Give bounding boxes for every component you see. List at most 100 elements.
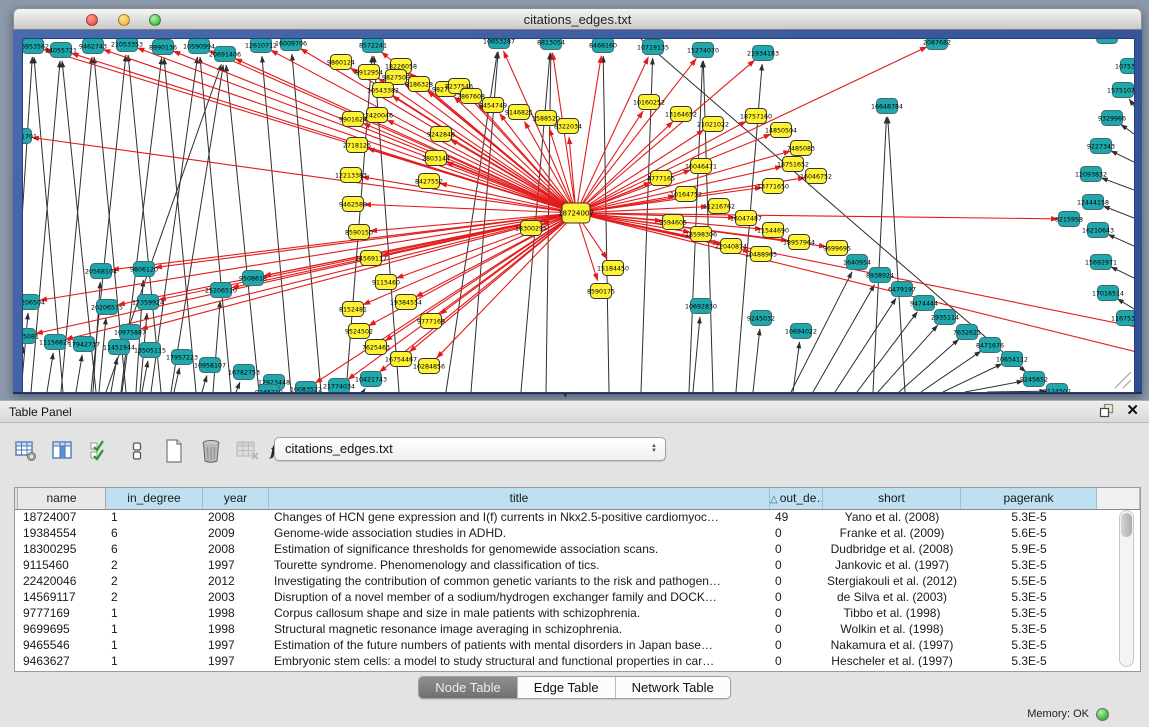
table-cell[interactable]: 1997: [203, 653, 269, 669]
column-header-year[interactable]: year: [203, 488, 269, 509]
table-selector-dropdown[interactable]: citations_edges.txt ▲▼: [274, 437, 666, 461]
table-cell[interactable]: Tibbo et al. (1998): [823, 605, 961, 621]
table-cell[interactable]: 9463627: [18, 653, 106, 669]
table-cell[interactable]: 2008: [203, 541, 269, 557]
table-cell[interactable]: Corpus callosum shape and size in male p…: [269, 605, 770, 621]
table-cell[interactable]: 6: [106, 541, 203, 557]
table-cell[interactable]: 5.3E-5: [961, 589, 1097, 605]
tab-network-table[interactable]: Network Table: [616, 677, 730, 698]
table-cell[interactable]: de Silva et al. (2003): [823, 589, 961, 605]
table-cell[interactable]: 2009: [203, 525, 269, 541]
table-cell[interactable]: 5.3E-5: [961, 605, 1097, 621]
table-cell[interactable]: Structural magnetic resonance image aver…: [269, 621, 770, 637]
float-panel-icon[interactable]: [1099, 403, 1114, 418]
table-cell[interactable]: Franke et al. (2009): [823, 525, 961, 541]
table-cell[interactable]: 49: [770, 509, 823, 525]
column-header-short[interactable]: short: [823, 488, 961, 509]
table-cell[interactable]: Estimation of the future numbers of pati…: [269, 637, 770, 653]
table-cell[interactable]: 9699695: [18, 621, 106, 637]
table-cell[interactable]: 0: [770, 653, 823, 669]
table-cell[interactable]: 18724007: [18, 509, 106, 525]
table-cell[interactable]: 0: [770, 621, 823, 637]
network-window-titlebar[interactable]: citations_edges.txt: [13, 8, 1142, 30]
table-cell[interactable]: 0: [770, 541, 823, 557]
table-cell[interactable]: 9777169: [18, 605, 106, 621]
table-cell[interactable]: Nakamura et al. (1997): [823, 637, 961, 653]
table-cell[interactable]: 2012: [203, 573, 269, 589]
table-row[interactable]: 1456911722003Disruption of a novel membe…: [15, 589, 1140, 605]
table-cell[interactable]: 9115460: [18, 557, 106, 573]
table-cell[interactable]: 2: [106, 589, 203, 605]
table-cell[interactable]: Jankovic et al. (1997): [823, 557, 961, 573]
table-cell[interactable]: Genome-wide association studies in ADHD.: [269, 525, 770, 541]
memory-status-indicator[interactable]: [1096, 708, 1109, 721]
table-cell[interactable]: 0: [770, 525, 823, 541]
table-cell[interactable]: 1: [106, 653, 203, 669]
table-cell[interactable]: Embryonic stem cells: a model to study s…: [269, 653, 770, 669]
table-cell[interactable]: 2003: [203, 589, 269, 605]
table-cell[interactable]: 22420046: [18, 573, 106, 589]
column-header-name[interactable]: name: [18, 488, 106, 509]
resize-grip-icon[interactable]: [1115, 372, 1131, 388]
table-cell[interactable]: Hescheler et al. (1997): [823, 653, 961, 669]
table-cell[interactable]: Disruption of a novel member of a sodium…: [269, 589, 770, 605]
table-cell[interactable]: 9465546: [18, 637, 106, 653]
table-cell[interactable]: 6: [106, 525, 203, 541]
table-row[interactable]: 911546021997Tourette syndrome. Phenomeno…: [15, 557, 1140, 573]
table-row[interactable]: 1830029562008Estimation of significance …: [15, 541, 1140, 557]
table-cell[interactable]: Dudbridge et al. (2008): [823, 541, 961, 557]
table-cell[interactable]: 0: [770, 605, 823, 621]
table-cell[interactable]: 5.6E-5: [961, 525, 1097, 541]
table-cell[interactable]: 0: [770, 573, 823, 589]
table-cell[interactable]: 5.5E-5: [961, 573, 1097, 589]
scrollbar-thumb[interactable]: [1121, 513, 1132, 537]
close-panel-icon[interactable]: ✕: [1126, 403, 1139, 418]
table-cell[interactable]: Stergiakouli et al. (2012): [823, 573, 961, 589]
table-cell[interactable]: 1: [106, 605, 203, 621]
table-cell[interactable]: Yano et al. (2008): [823, 509, 961, 525]
tab-node-table[interactable]: Node Table: [419, 677, 518, 698]
table-row[interactable]: 1938455462009Genome-wide association stu…: [15, 525, 1140, 541]
table-cell[interactable]: 1: [106, 509, 203, 525]
show-columns-icon[interactable]: [51, 439, 75, 463]
table-cell[interactable]: 14569117: [18, 589, 106, 605]
table-cell[interactable]: 0: [770, 637, 823, 653]
table-cell[interactable]: 1: [106, 637, 203, 653]
table-row[interactable]: 946554611997Estimation of the future num…: [15, 637, 1140, 653]
select-all-icon[interactable]: [88, 439, 112, 463]
table-row[interactable]: 2242004622012Investigating the contribut…: [15, 573, 1140, 589]
table-cell[interactable]: 5.3E-5: [961, 653, 1097, 669]
table-cell[interactable]: 5.3E-5: [961, 509, 1097, 525]
table-cell[interactable]: 2008: [203, 509, 269, 525]
table-cell[interactable]: 1: [106, 621, 203, 637]
table-cell[interactable]: Estimation of significance thresholds fo…: [269, 541, 770, 557]
table-cell[interactable]: 5.3E-5: [961, 621, 1097, 637]
table-cell[interactable]: 19384554: [18, 525, 106, 541]
tab-edge-table[interactable]: Edge Table: [518, 677, 616, 698]
column-header-in_degree[interactable]: in_degree: [106, 488, 203, 509]
column-header-title[interactable]: title: [269, 488, 770, 509]
table-cell[interactable]: 1998: [203, 621, 269, 637]
unselect-all-icon[interactable]: [125, 439, 149, 463]
network-canvas[interactable]: 1695356224055721946274321053353899013610…: [22, 38, 1135, 393]
new-document-icon[interactable]: [162, 439, 186, 463]
table-cell[interactable]: Wolkin et al. (1998): [823, 621, 961, 637]
table-cell[interactable]: 0: [770, 589, 823, 605]
vertical-scrollbar[interactable]: [1119, 510, 1134, 667]
table-cell[interactable]: Tourette syndrome. Phenomenology and cla…: [269, 557, 770, 573]
table-cell[interactable]: 5.3E-5: [961, 637, 1097, 653]
table-options-icon[interactable]: [14, 439, 38, 463]
table-cell[interactable]: 18300295: [18, 541, 106, 557]
table-cell[interactable]: 2: [106, 557, 203, 573]
delete-rows-trash-icon[interactable]: [199, 439, 223, 463]
table-row[interactable]: 969969511998Structural magnetic resonanc…: [15, 621, 1140, 637]
table-row[interactable]: 946362711997Embryonic stem cells: a mode…: [15, 653, 1140, 669]
table-cell[interactable]: 5.3E-5: [961, 557, 1097, 573]
table-cell[interactable]: Investigating the contribution of common…: [269, 573, 770, 589]
table-cell[interactable]: 5.9E-5: [961, 541, 1097, 557]
column-header-out_de[interactable]: △out_de…: [770, 488, 823, 509]
table-cell[interactable]: 1997: [203, 637, 269, 653]
table-row[interactable]: 977716911998Corpus callosum shape and si…: [15, 605, 1140, 621]
table-cell[interactable]: 1998: [203, 605, 269, 621]
table-cell[interactable]: 1997: [203, 557, 269, 573]
